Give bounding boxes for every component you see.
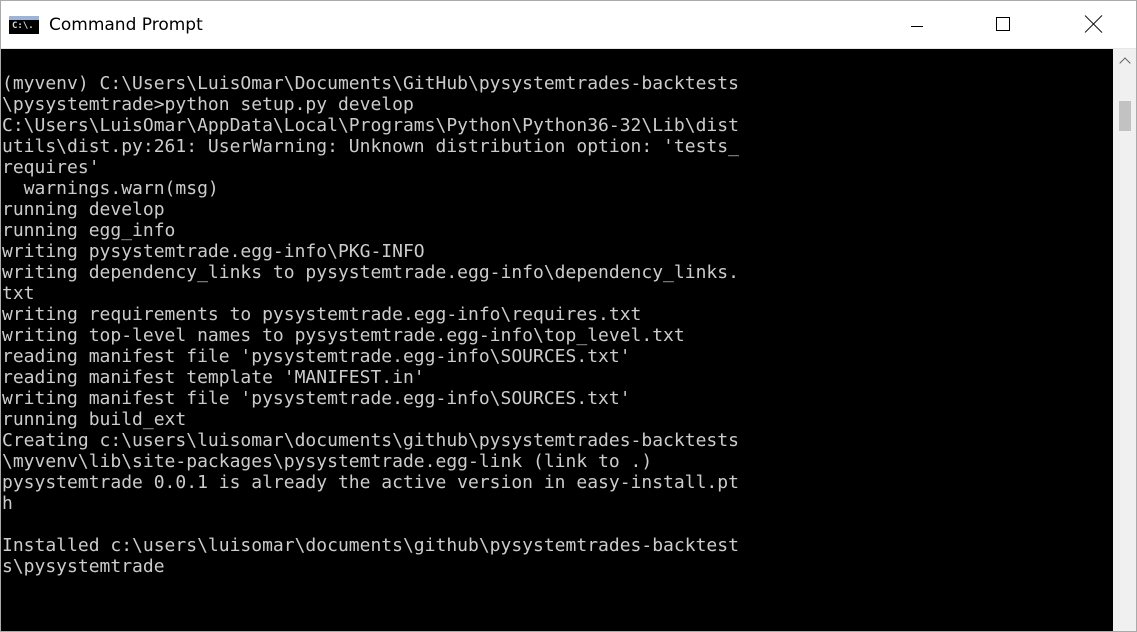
cmd-icon-glyph: C:\.	[12, 21, 34, 31]
cmd-icon[interactable]: C:\.	[9, 16, 39, 34]
console-line: running develop	[2, 199, 165, 220]
console-line: pysystemtrade 0.0.1 is already the activ…	[2, 472, 739, 493]
console-text: (myvenv) C:\Users\LuisOmar\Documents\Git…	[1, 49, 1113, 577]
console-line: (myvenv) C:\Users\LuisOmar\Documents\Git…	[2, 73, 739, 94]
close-button[interactable]	[1071, 1, 1117, 47]
console-line: writing manifest file 'pysystemtrade.egg…	[2, 388, 631, 409]
console-line: writing requirements to pysystemtrade.eg…	[2, 304, 642, 325]
console-line: \myvenv\lib\site-packages\pysystemtrade.…	[2, 451, 653, 472]
console-line: requires'	[2, 157, 100, 178]
maximize-button[interactable]	[980, 1, 1026, 47]
scroll-up-button[interactable]	[1113, 49, 1136, 71]
vertical-scrollbar[interactable]	[1113, 49, 1136, 631]
minimize-icon	[911, 25, 923, 27]
console-line: writing pysystemtrade.egg-info\PKG-INFO	[2, 241, 425, 262]
command-prompt-window: C:\. Command Prompt (myvenv) C:\Users\Lu…	[0, 0, 1137, 632]
console-line: C:\Users\LuisOmar\AppData\Local\Programs…	[2, 115, 739, 136]
console-line: running build_ext	[2, 409, 187, 430]
console-line: s\pysystemtrade	[2, 556, 165, 577]
console-line: writing dependency_links to pysystemtrad…	[2, 262, 739, 283]
console-line: running egg_info	[2, 220, 176, 241]
close-icon	[1085, 15, 1103, 33]
title-bar[interactable]: C:\. Command Prompt	[1, 1, 1136, 49]
console-line: reading manifest template 'MANIFEST.in'	[2, 367, 425, 388]
console-line: \pysystemtrade>python setup.py develop	[2, 94, 414, 115]
minimize-button[interactable]	[894, 1, 940, 47]
console-line: warnings.warn(msg)	[2, 178, 219, 199]
console-line: txt	[2, 283, 35, 304]
console-line: writing top-level names to pysystemtrade…	[2, 325, 685, 346]
console-line: Installed c:\users\luisomar\documents\gi…	[2, 535, 739, 556]
console-line: h	[2, 493, 13, 514]
scroll-thumb[interactable]	[1119, 101, 1131, 131]
console-output[interactable]: (myvenv) C:\Users\LuisOmar\Documents\Git…	[1, 49, 1113, 631]
maximize-icon	[996, 17, 1010, 31]
console-line: utils\dist.py:261: UserWarning: Unknown …	[2, 136, 739, 157]
console-line: reading manifest file 'pysystemtrade.egg…	[2, 346, 631, 367]
window-title: Command Prompt	[49, 15, 203, 35]
chevron-up-icon	[1118, 56, 1131, 69]
console-line: Creating c:\users\luisomar\documents\git…	[2, 430, 739, 451]
